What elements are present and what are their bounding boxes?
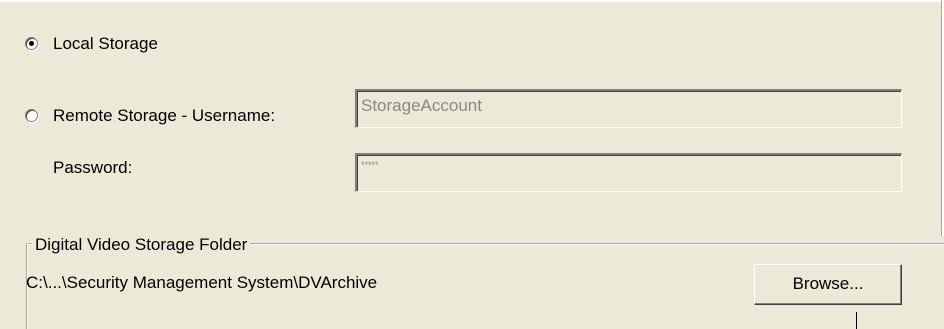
password-value: ***** (361, 160, 379, 170)
folder-group-title: Digital Video Storage Folder (32, 235, 251, 255)
remote-storage-label[interactable]: Remote Storage - Username: (53, 106, 275, 126)
text-cursor (856, 312, 857, 329)
radio-selected-dot (29, 41, 34, 46)
password-label: Password: (53, 158, 133, 177)
username-field[interactable]: StorageAccount (355, 89, 902, 128)
storage-folder-path: C:\...\Security Management System\DVArch… (26, 273, 378, 292)
window-top-edge (0, 0, 944, 2)
password-field[interactable]: ***** (355, 153, 902, 192)
browse-button[interactable]: Browse... (754, 264, 902, 305)
local-storage-radio[interactable] (25, 37, 38, 50)
username-value: StorageAccount (361, 96, 482, 115)
local-storage-label[interactable]: Local Storage (53, 34, 158, 54)
remote-storage-radio[interactable] (25, 109, 38, 122)
